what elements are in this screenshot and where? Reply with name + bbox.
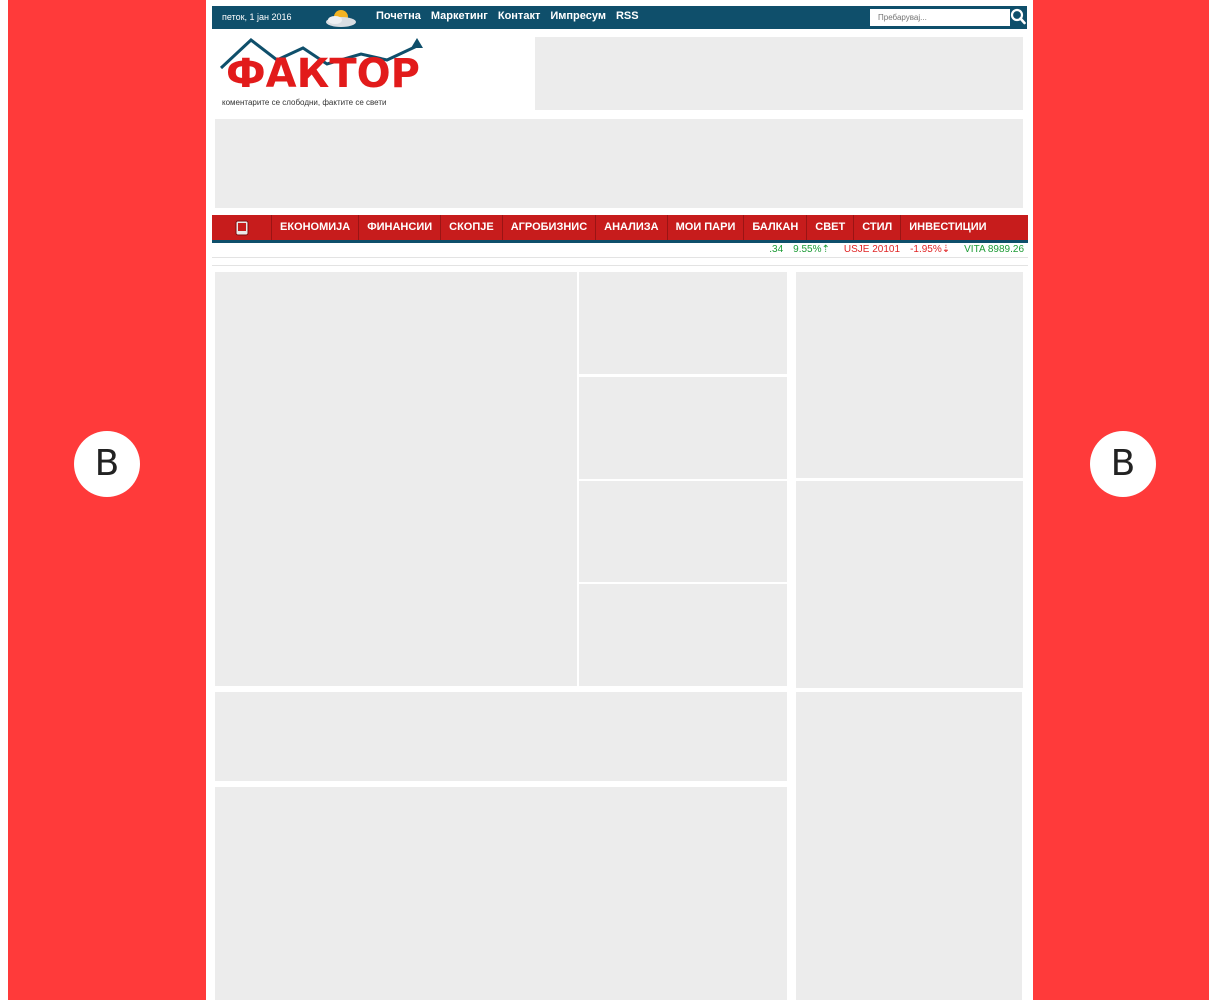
- left-ad-badge: B: [74, 431, 140, 497]
- category-skopje[interactable]: СКОПЈЕ: [441, 215, 503, 240]
- right-ad-badge: B: [1090, 431, 1156, 497]
- sidebar-widget-placeholder[interactable]: [796, 692, 1022, 1000]
- sidebar-ad-placeholder[interactable]: [796, 481, 1023, 688]
- article-card-placeholder[interactable]: [579, 584, 787, 686]
- category-balkan[interactable]: БАЛКАН: [744, 215, 808, 240]
- article-card-placeholder[interactable]: [579, 272, 787, 374]
- category-analiza[interactable]: АНАЛИЗА: [596, 215, 668, 240]
- ticker-label: VITA 8989.26: [964, 244, 1024, 255]
- logo-tagline: коментарите се слободни, фактите се свет…: [222, 98, 387, 107]
- left-side-ad[interactable]: B: [8, 0, 206, 1000]
- featured-article-placeholder[interactable]: [215, 272, 577, 686]
- category-nav: ЕКОНОМИЈА ФИНАНСИИ СКОПЈЕ АГРОБИЗНИС АНА…: [212, 215, 1028, 240]
- category-investicii[interactable]: ИНВЕСТИЦИИ: [901, 215, 994, 240]
- sidebar-ad-placeholder[interactable]: [796, 272, 1023, 478]
- banner-placeholder[interactable]: [215, 692, 787, 781]
- site-logo[interactable]: ФАКТОР коментарите се слободни, фактите …: [219, 34, 424, 110]
- leaderboard-ad-placeholder[interactable]: [215, 119, 1023, 208]
- category-finansii[interactable]: ФИНАНСИИ: [359, 215, 442, 240]
- ticker-label: .34: [769, 244, 784, 255]
- ticker-label: USJE 20101: [843, 244, 901, 255]
- nav-link-impressum[interactable]: Импресум: [550, 10, 606, 22]
- ticker-change: 9.55%⇡: [793, 244, 830, 255]
- category-stil[interactable]: СТИЛ: [854, 215, 902, 240]
- category-moi-pari[interactable]: МОИ ПАРИ: [668, 215, 745, 240]
- phone-icon[interactable]: [212, 215, 272, 240]
- content-divider: [212, 265, 1028, 266]
- header-ad-placeholder[interactable]: [535, 37, 1023, 110]
- ticker-item[interactable]: .34 9.55%⇡: [769, 244, 830, 255]
- stock-ticker: .34 9.55%⇡ USJE 20101 -1.95%⇣ VITA 8989.…: [212, 243, 1028, 258]
- partly-cloudy-icon: [326, 10, 356, 27]
- current-date: петок, 1 јан 2016: [222, 12, 292, 22]
- category-svet[interactable]: СВЕТ: [807, 215, 855, 240]
- page-container: петок, 1 јан 2016 Почетна Маркетинг Конт…: [207, 0, 1033, 1000]
- top-nav: Почетна Маркетинг Контакт Импресум RSS: [376, 10, 639, 22]
- ticker-item[interactable]: USJE 20101 -1.95%⇣: [844, 244, 950, 255]
- article-card-placeholder[interactable]: [579, 377, 787, 479]
- search-icon[interactable]: [1010, 8, 1026, 26]
- nav-link-contact[interactable]: Контакт: [498, 10, 540, 22]
- article-card-placeholder[interactable]: [579, 481, 787, 582]
- top-bar: петок, 1 јан 2016 Почетна Маркетинг Конт…: [212, 6, 1027, 29]
- nav-link-rss[interactable]: RSS: [616, 10, 639, 22]
- search-input[interactable]: [870, 9, 1010, 26]
- article-list-placeholder[interactable]: [215, 787, 787, 1000]
- nav-link-home[interactable]: Почетна: [376, 10, 421, 22]
- ticker-change: -1.95%⇣: [910, 244, 951, 255]
- right-side-ad[interactable]: B: [1033, 0, 1209, 1000]
- nav-link-marketing[interactable]: Маркетинг: [431, 10, 488, 22]
- category-agrobiznis[interactable]: АГРОБИЗНИС: [503, 215, 597, 240]
- logo-title: ФАКТОР: [226, 51, 420, 97]
- category-ekonomija[interactable]: ЕКОНОМИЈА: [272, 215, 360, 240]
- ticker-item[interactable]: VITA 8989.26: [964, 244, 1024, 255]
